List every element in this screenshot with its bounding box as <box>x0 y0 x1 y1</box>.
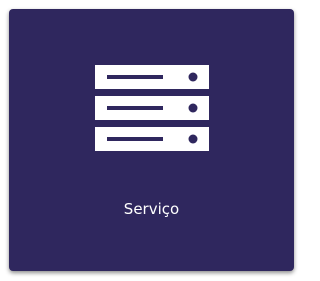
servico-tile[interactable]: Serviço <box>9 9 294 271</box>
server-rack-unit <box>95 127 209 151</box>
server-rack-unit <box>95 96 209 120</box>
server-icon <box>95 65 209 151</box>
server-rack-unit <box>95 65 209 89</box>
tile-label: Serviço <box>123 200 180 218</box>
